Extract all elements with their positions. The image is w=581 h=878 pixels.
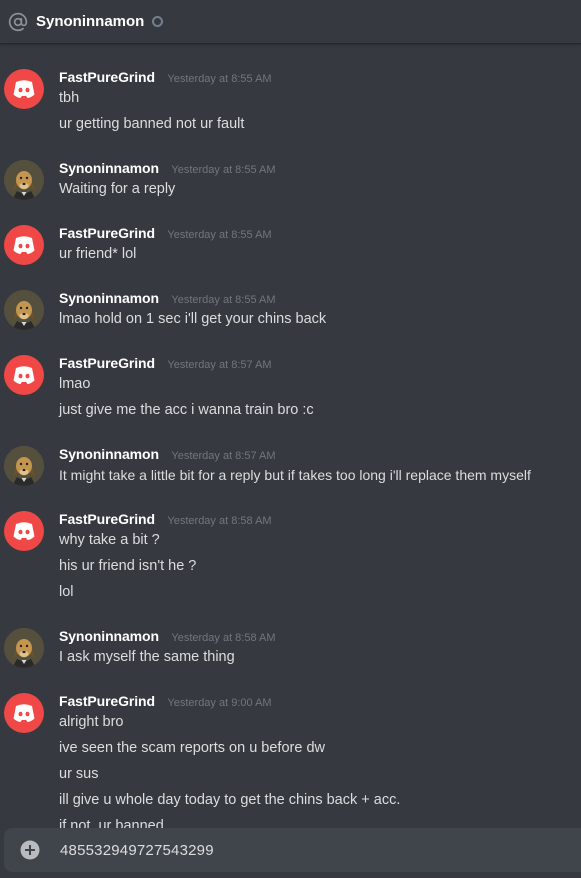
username[interactable]: FastPureGrind [59,69,155,85]
recipient-name[interactable]: Synoninnamon [36,13,144,30]
avatar[interactable] [4,511,44,551]
dog-portrait-icon [4,446,44,486]
dog-portrait-icon [4,290,44,330]
message-text: ur sus [59,766,99,782]
discord-logo-icon [13,80,35,98]
message-text: why take a bit ? [59,532,160,548]
message-text: Waiting for a reply [59,181,176,197]
message-text: ur getting banned not ur fault [59,116,245,132]
timestamp: Yesterday at 8:57 AM [171,450,276,462]
timestamp: Yesterday at 8:57 AM [167,359,272,371]
username[interactable]: FastPureGrind [59,511,155,527]
message-text: alright bro [59,714,124,730]
message-text: ill give u whole day today to get the ch… [59,792,401,808]
message-text: if not, ur banned [59,818,164,828]
username[interactable]: FastPureGrind [59,693,155,709]
dog-portrait-icon [4,628,44,668]
plus-circle-icon[interactable] [20,840,40,860]
message-text: just give me the acc i wanna train bro :… [59,402,314,418]
timestamp: Yesterday at 8:58 AM [171,632,276,644]
username[interactable]: FastPureGrind [59,225,155,241]
dm-window: Synoninnamon FastPureGrind Yesterday at … [0,0,581,878]
discord-logo-icon [13,704,35,722]
avatar[interactable] [4,446,44,486]
timestamp: Yesterday at 8:55 AM [171,164,276,176]
message-text: I ask myself the same thing [59,649,235,665]
message-text: tbh [59,90,80,106]
discord-logo-icon [13,236,35,254]
username[interactable]: Synoninnamon [59,160,159,176]
message-text: It might take a little bit for a reply b… [59,467,531,483]
message-text: lol [59,584,74,600]
timestamp: Yesterday at 8:55 AM [167,73,272,85]
message-composer[interactable]: 485532949727543299 [4,828,581,872]
timestamp: Yesterday at 8:55 AM [167,229,272,241]
message-text: his ur friend isn't he ? [59,558,197,574]
avatar[interactable] [4,225,44,265]
username[interactable]: Synoninnamon [59,290,159,306]
avatar[interactable] [4,693,44,733]
avatar[interactable] [4,355,44,395]
message-input[interactable]: 485532949727543299 [60,842,214,859]
message-list[interactable]: FastPureGrind Yesterday at 8:55 AM tbh u… [0,44,581,828]
channel-header: Synoninnamon [0,0,581,44]
avatar[interactable] [4,290,44,330]
at-sign-icon [6,10,30,34]
avatar[interactable] [4,69,44,109]
timestamp: Yesterday at 8:55 AM [171,294,276,306]
username[interactable]: Synoninnamon [59,628,159,644]
status-dot-icon [152,16,164,27]
discord-logo-icon [13,522,35,540]
message-text: ive seen the scam reports on u before dw [59,740,325,756]
avatar[interactable] [4,628,44,668]
username[interactable]: Synoninnamon [59,446,159,462]
timestamp: Yesterday at 8:58 AM [167,515,272,527]
discord-logo-icon [13,366,35,384]
timestamp: Yesterday at 9:00 AM [167,697,272,709]
message-text: lmao [59,376,91,392]
dog-portrait-icon [4,160,44,200]
message-text: ur friend* lol [59,246,137,262]
message-text: lmao hold on 1 sec i'll get your chins b… [59,311,327,327]
avatar[interactable] [4,160,44,200]
username[interactable]: FastPureGrind [59,355,155,371]
